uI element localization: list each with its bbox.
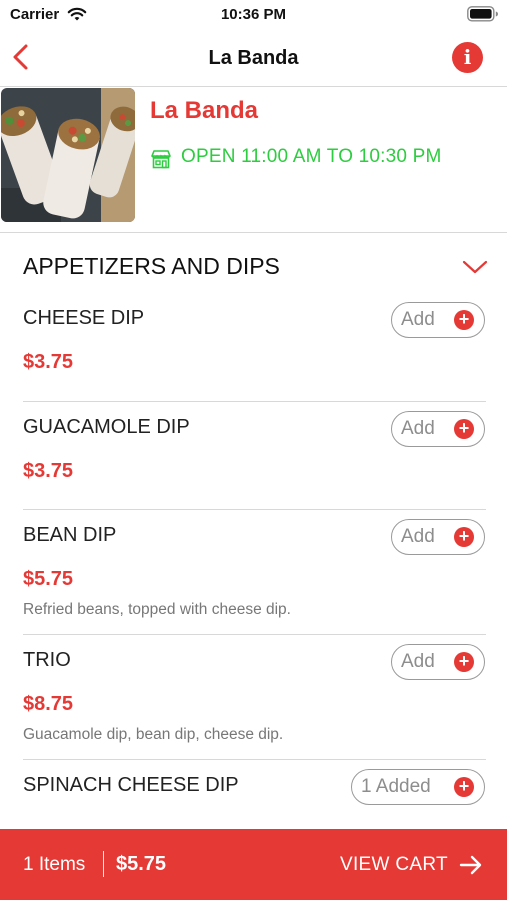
status-time: 10:36 PM (220, 6, 287, 23)
page-title: La Banda (208, 47, 299, 69)
add-button-label: Add (401, 309, 435, 330)
menu-item[interactable]: TRIO $8.75 Guacamole dip, bean dip, chee… (23, 644, 486, 760)
status-bar: Carrier 10:36 PM (0, 0, 507, 30)
add-button-label: Add (401, 651, 435, 672)
added-button-label: 1 Added (361, 776, 431, 797)
section-header[interactable]: APPETIZERS AND DIPS (0, 234, 507, 294)
add-button-label: Add (401, 418, 435, 439)
battery-icon (467, 6, 499, 27)
menu-item[interactable]: GUACAMOLE DIP $3.75 Add + (23, 411, 486, 510)
item-price: $8.75 (23, 693, 74, 715)
info-icon[interactable]: i (452, 42, 483, 73)
view-cart-button[interactable]: VIEW CART (340, 854, 448, 876)
add-button[interactable]: Add + (391, 519, 485, 555)
item-price: $3.75 (23, 351, 74, 373)
item-description: Guacamole dip, bean dip, cheese dip. (23, 726, 284, 743)
item-name: CHEESE DIP (23, 307, 145, 329)
item-name: BEAN DIP (23, 524, 117, 546)
store-icon (150, 149, 172, 174)
add-button[interactable]: Add + (391, 302, 485, 338)
item-name: SPINACH CHEESE DIP (23, 774, 239, 796)
plus-icon: + (454, 419, 474, 439)
item-name: GUACAMOLE DIP (23, 416, 190, 438)
restaurant-header: La Banda OPEN 11:00 AM TO 10:30 PM (0, 88, 507, 233)
cart-divider (103, 851, 104, 877)
item-description: Refried beans, topped with cheese dip. (23, 601, 291, 618)
add-button[interactable]: Add + (391, 411, 485, 447)
added-button[interactable]: 1 Added + (351, 769, 485, 805)
add-button-label: Add (401, 526, 435, 547)
menu-item[interactable]: CHEESE DIP $3.75 Add + (23, 302, 486, 402)
plus-icon: + (454, 652, 474, 672)
menu-item[interactable]: BEAN DIP $5.75 Refried beans, topped wit… (23, 519, 486, 635)
item-name: TRIO (23, 649, 71, 671)
menu-item[interactable]: SPINACH CHEESE DIP 1 Added + (23, 769, 486, 829)
view-cart-bar[interactable]: 1 Items $5.75 VIEW CART (0, 829, 507, 900)
chevron-down-icon[interactable] (462, 259, 488, 280)
item-price: $3.75 (23, 460, 74, 482)
plus-icon: + (454, 777, 474, 797)
item-price: $5.75 (23, 568, 74, 590)
plus-icon: + (454, 310, 474, 330)
section-title: APPETIZERS AND DIPS (23, 253, 280, 279)
add-button[interactable]: Add + (391, 644, 485, 680)
plus-icon: + (454, 527, 474, 547)
restaurant-name: La Banda (150, 97, 259, 124)
arrow-right-icon[interactable] (459, 855, 483, 880)
nav-bar: La Banda i (0, 30, 507, 87)
cart-item-count: 1 Items (23, 854, 86, 875)
hours-text: OPEN 11:00 AM TO 10:30 PM (181, 146, 442, 167)
cart-total: $5.75 (116, 853, 167, 875)
restaurant-photo (1, 88, 135, 222)
